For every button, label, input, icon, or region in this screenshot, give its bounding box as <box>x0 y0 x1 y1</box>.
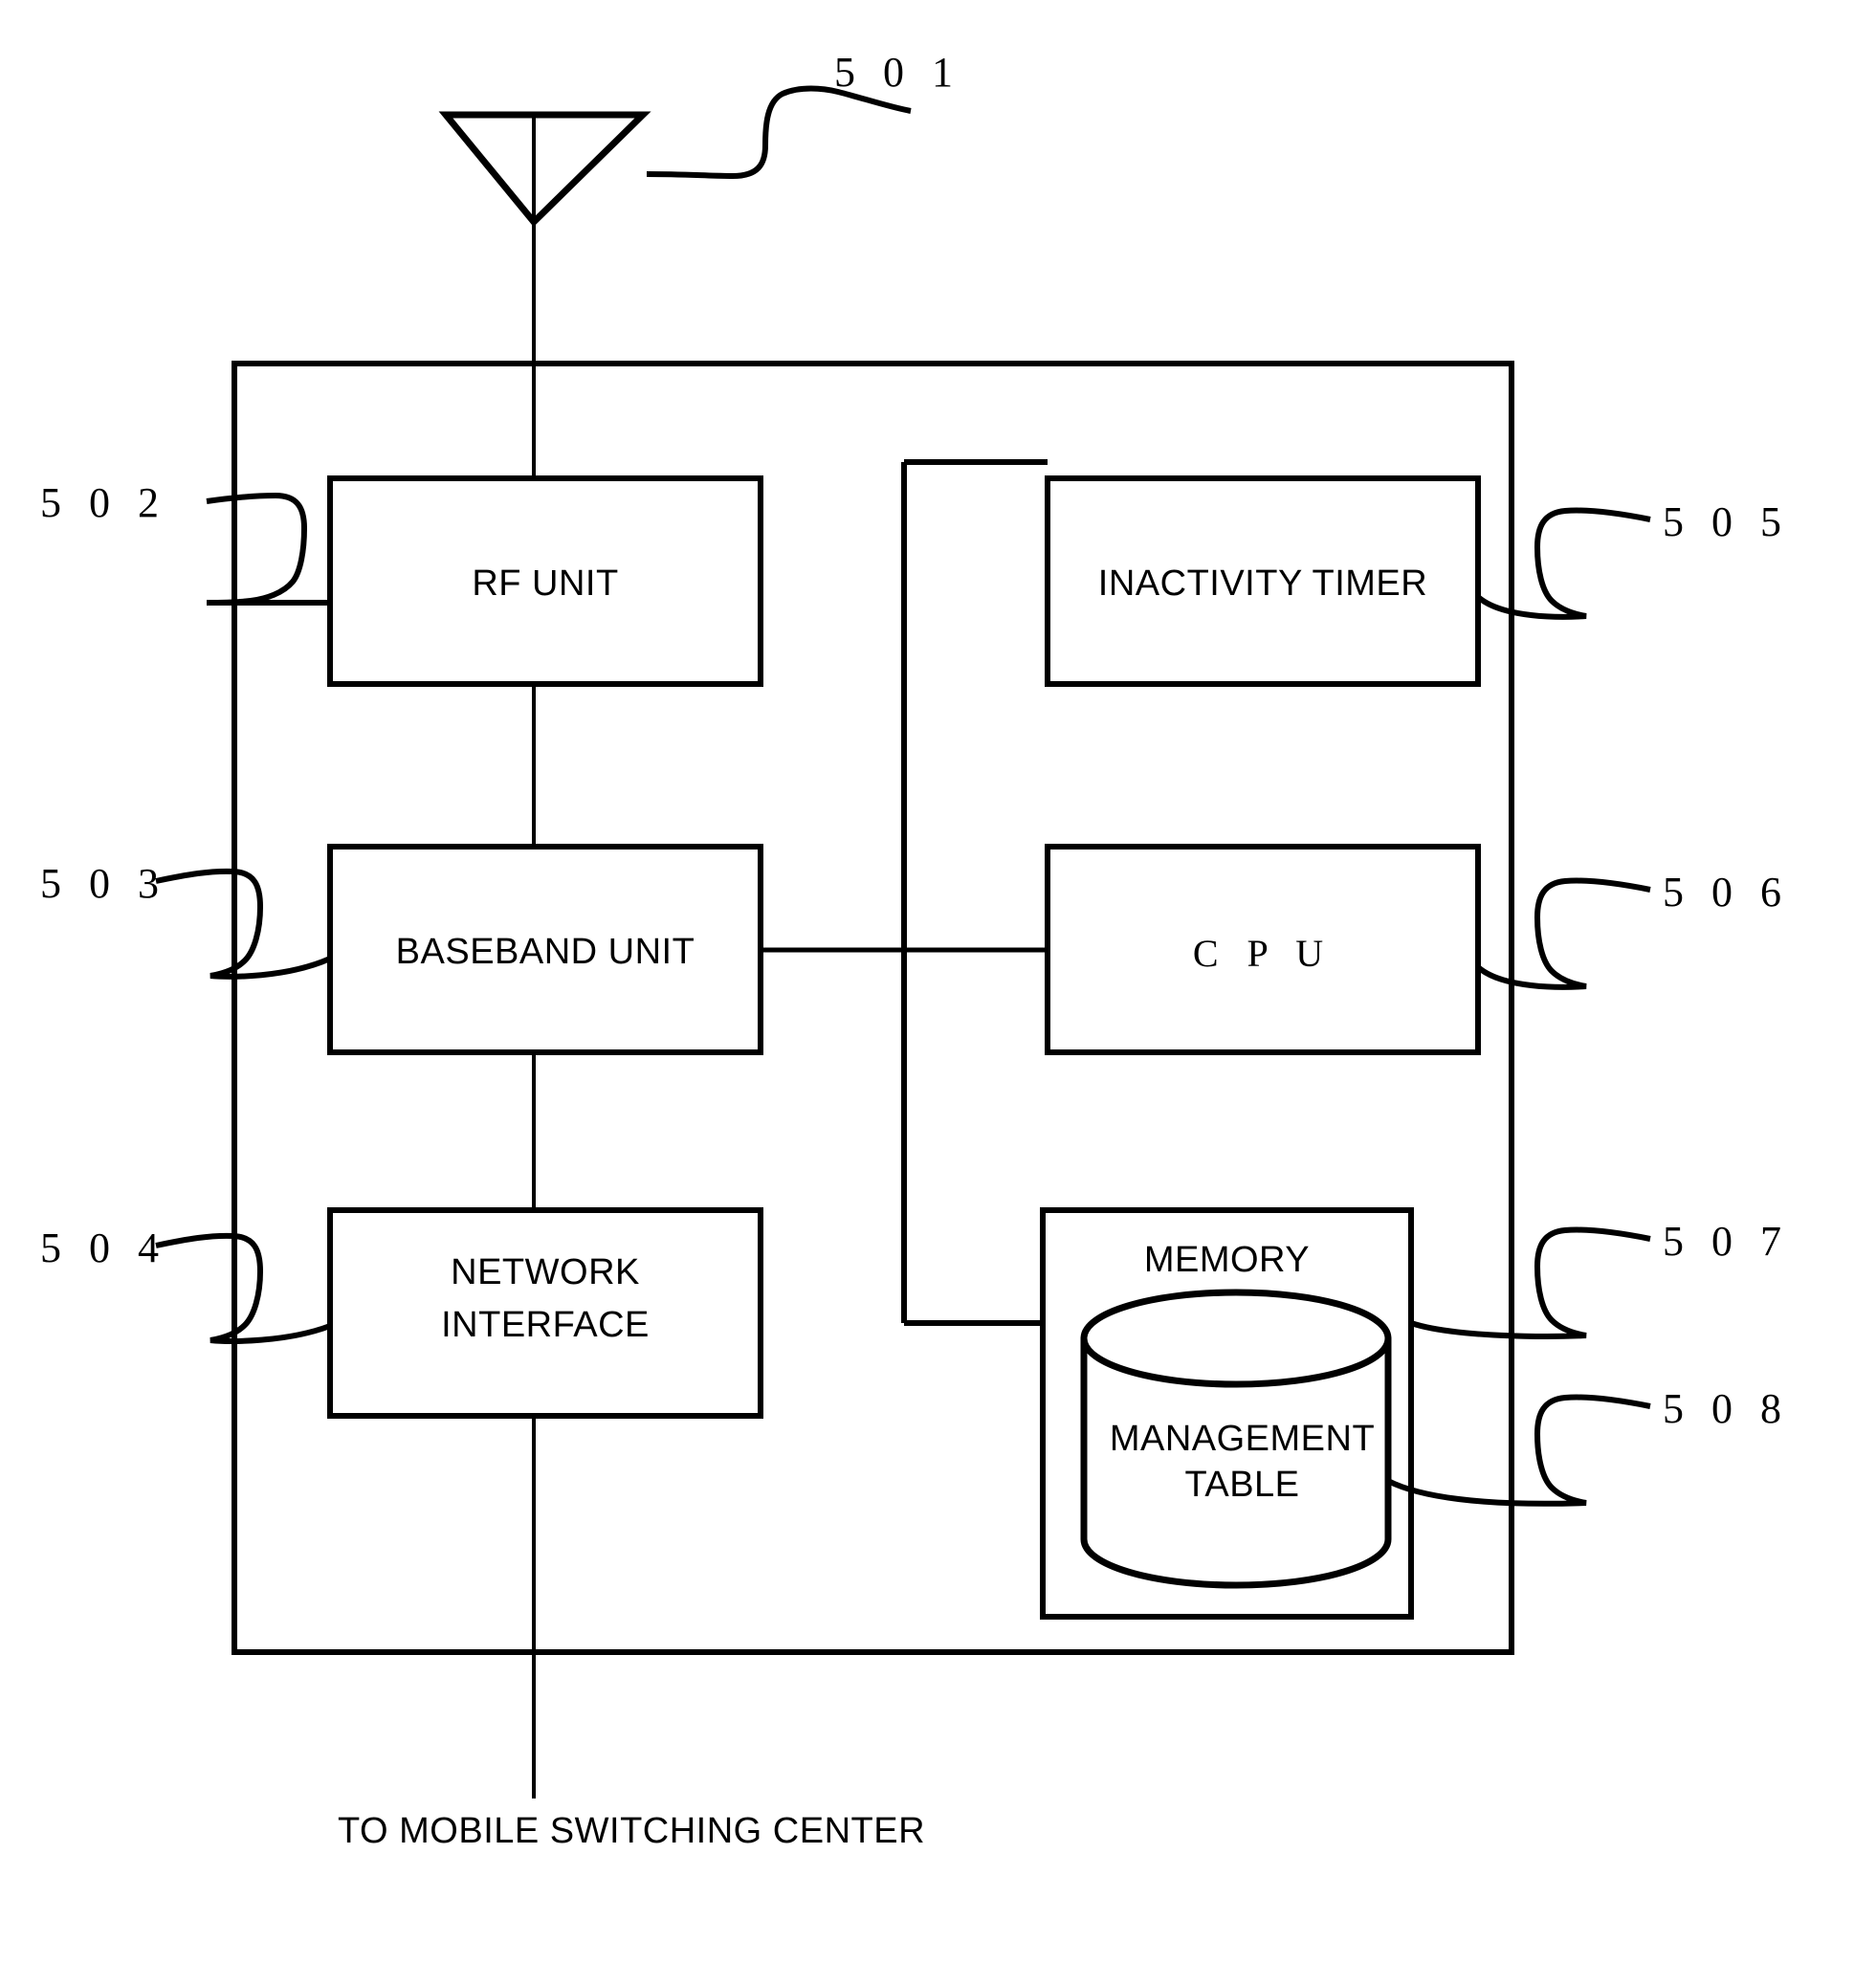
antenna-icon <box>438 111 651 228</box>
ref-numeral-506: 5 0 6 <box>1663 869 1790 916</box>
lead-line-501 <box>646 85 912 180</box>
ref-numeral-505: 5 0 5 <box>1663 498 1790 545</box>
patent-figure: RF UNIT BASEBAND UNIT NETWORK INTERFACE … <box>0 0 1876 1964</box>
lead-line-504 <box>155 1232 332 1344</box>
base-station-enclosure <box>232 361 1514 1655</box>
ref-numeral-501: 5 0 1 <box>834 49 961 96</box>
ref-numeral-503: 5 0 3 <box>40 860 167 907</box>
lead-line-507 <box>1410 1226 1651 1339</box>
cpu-box <box>1045 844 1481 1055</box>
network-interface-box <box>327 1207 763 1419</box>
rf-unit-box <box>327 475 763 687</box>
lead-line-506 <box>1476 877 1651 990</box>
figure-linework <box>155 85 1651 1798</box>
management-table-cylinder <box>1080 1289 1392 1589</box>
lead-line-508 <box>1386 1394 1651 1507</box>
ref-numeral-507: 5 0 7 <box>1663 1218 1790 1265</box>
ref-numeral-502: 5 0 2 <box>40 479 167 526</box>
lead-line-505 <box>1476 507 1651 620</box>
ref-numeral-508: 5 0 8 <box>1663 1385 1790 1432</box>
figure-caption: TO MOBILE SWITCHING CENTER <box>338 1811 926 1851</box>
baseband-unit-box <box>327 844 763 1055</box>
lead-line-502 <box>206 492 330 606</box>
ref-numeral-504: 5 0 4 <box>40 1225 167 1271</box>
inactivity-timer-box <box>1045 475 1481 687</box>
lead-line-503 <box>155 868 332 980</box>
